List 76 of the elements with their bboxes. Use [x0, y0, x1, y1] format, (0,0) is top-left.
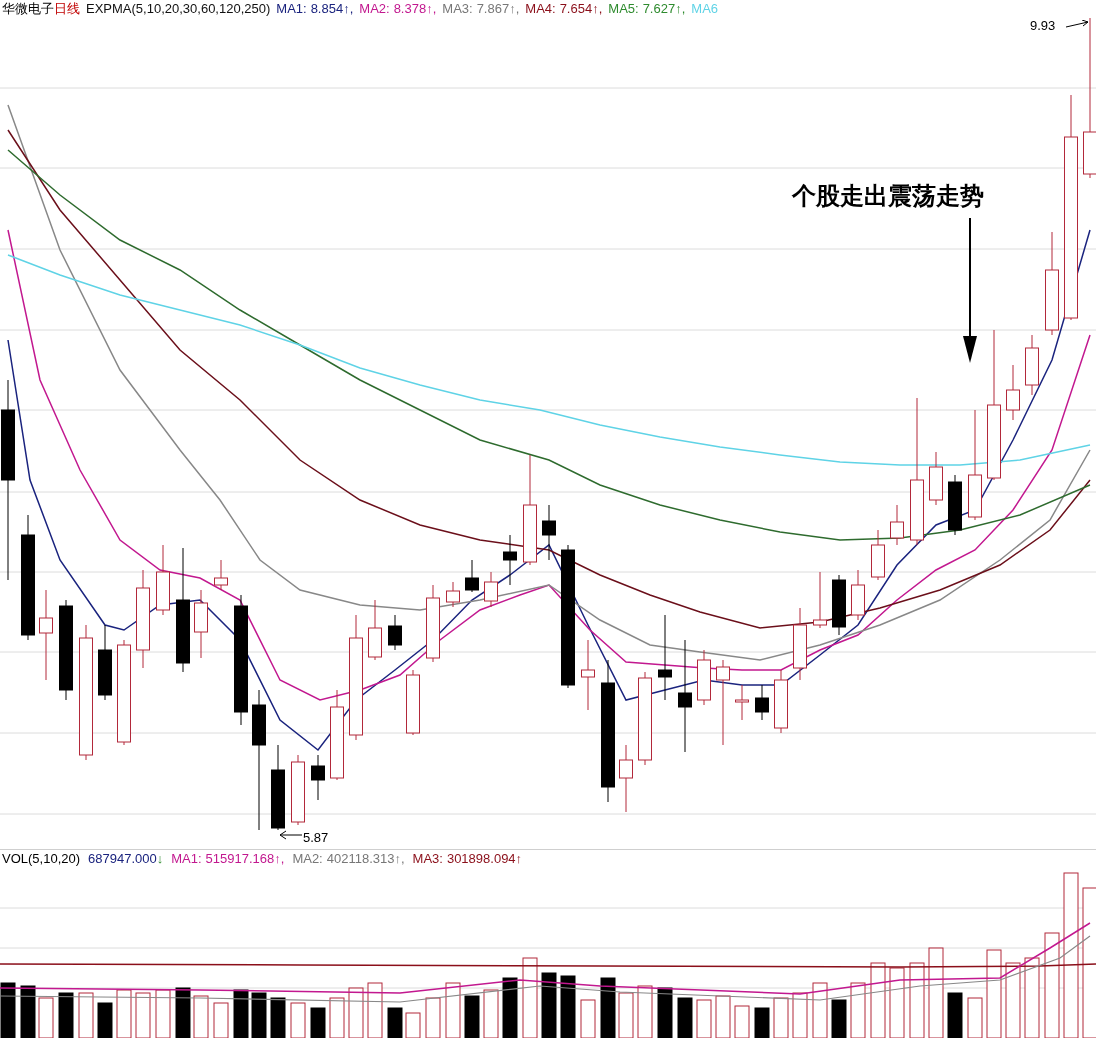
period-label: 日线: [54, 0, 80, 19]
high-pointer-icon: [1066, 20, 1090, 30]
candlestick: [697, 649, 711, 706]
volume-bar: [831, 999, 847, 1038]
volume-bar: [0, 982, 16, 1038]
candlestick: [542, 504, 556, 561]
average-value: 7.627↑,: [642, 0, 686, 19]
candlestick: [503, 534, 517, 586]
candlestick: [890, 504, 904, 546]
indicator-label: EXPMA(5,10,20,30,60,120,250): [86, 0, 271, 19]
volume-bar: [541, 972, 557, 1038]
candlestick: [465, 559, 479, 593]
candlestick: [929, 451, 943, 506]
volume-bar: [58, 992, 74, 1038]
candlestick: [311, 754, 325, 801]
candlestick: [1006, 364, 1020, 421]
candlestick: [581, 639, 595, 711]
candlestick: [368, 599, 382, 661]
average-value: 515917.168↑,: [205, 850, 285, 869]
average-value: 7.867↑,: [476, 0, 520, 19]
average-label: MA5:: [608, 0, 639, 19]
average-label: MA4:: [525, 0, 556, 19]
average-label: MA6: [691, 0, 719, 19]
volume-bar: [175, 987, 191, 1038]
volume-bar: [97, 1002, 113, 1038]
candlestick: [1025, 334, 1039, 396]
volume-bar: [657, 987, 673, 1038]
volume-indicator-label: VOL(5,10,20): [2, 850, 81, 869]
volume-bar: [387, 1007, 403, 1038]
candlestick: [735, 684, 749, 721]
candlestick: [388, 614, 402, 651]
average-label: MA2:: [292, 850, 323, 869]
average-label: MA3:: [412, 850, 443, 869]
volume-value: 687947.000: [88, 850, 157, 869]
candlestick: [948, 474, 962, 536]
volume-bar: [270, 997, 286, 1038]
low-price-label: 5.87: [303, 829, 329, 847]
candlestick: [619, 744, 633, 813]
volume-bar: [310, 1007, 326, 1038]
average-value: 8.378↑,: [393, 0, 437, 19]
candlestick: [291, 754, 305, 826]
volume-bar: [947, 992, 963, 1038]
stock-name: 华微电子: [2, 0, 54, 19]
volume-bar: [233, 989, 249, 1038]
average-label: MA1:: [171, 850, 202, 869]
high-price-label: 9.93: [1030, 17, 1056, 35]
volume-bar: [677, 997, 693, 1038]
candlestick: [851, 569, 865, 621]
volume-bar: [20, 985, 36, 1038]
volume-bar: [464, 995, 480, 1038]
low-pointer-icon: [280, 830, 302, 840]
candlestick: [194, 589, 208, 659]
candlestick: [406, 669, 420, 736]
candlestick: [774, 669, 788, 734]
candlestick: [871, 529, 885, 581]
candlestick: [813, 571, 827, 629]
volume-bar: [600, 977, 616, 1038]
volume-trend: ↓: [156, 850, 164, 869]
average-value: 402118.313↑,: [326, 850, 405, 869]
volume-bar: [754, 1007, 770, 1038]
average-value: 301898.094↑: [446, 850, 523, 869]
average-value: 8.854↑,: [310, 0, 354, 19]
volume-bar: [560, 975, 576, 1038]
candlestick: [755, 684, 769, 721]
candlestick: [446, 581, 460, 608]
candlestick: [214, 559, 228, 591]
volume-bar: [502, 977, 518, 1038]
annotation-text: 个股走出震荡走势: [792, 181, 984, 212]
average-label: MA2:: [359, 0, 390, 19]
volume-bar: [251, 992, 267, 1038]
candlestick: [484, 571, 498, 608]
candlestick: [156, 544, 170, 616]
average-value: 7.654↑,: [559, 0, 603, 19]
candlestick: [832, 574, 846, 636]
average-label: MA1:: [276, 0, 307, 19]
average-label: MA3:: [442, 0, 473, 19]
